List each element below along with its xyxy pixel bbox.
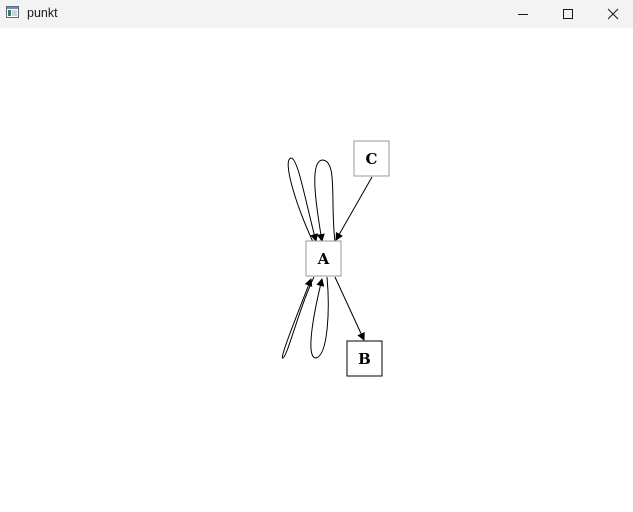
node-c-label: C	[366, 150, 378, 168]
edge-self-loop	[281, 276, 315, 359]
close-icon	[607, 8, 619, 20]
node-a-label: A	[317, 250, 330, 268]
node-a[interactable]: A	[305, 240, 342, 277]
edge-a-to-b	[334, 276, 365, 341]
close-button[interactable]	[590, 0, 633, 28]
edge-self-loop	[310, 276, 329, 359]
edge-self-loop	[287, 157, 319, 243]
node-c[interactable]: C	[353, 140, 390, 177]
graph-view: A B C	[281, 140, 390, 377]
app-window-icon	[6, 6, 19, 18]
minimize-button[interactable]	[500, 0, 546, 28]
maximize-icon	[563, 9, 573, 19]
maximize-button[interactable]	[545, 0, 591, 28]
node-b[interactable]: B	[346, 340, 383, 377]
title-bar[interactable]: punkt	[0, 0, 633, 28]
window-title: punkt	[27, 6, 58, 20]
edge-self-loop	[314, 159, 336, 243]
graph-canvas[interactable]: A B C	[0, 28, 633, 507]
node-b-label: B	[358, 350, 371, 368]
minimize-icon	[518, 14, 528, 15]
edge-c-to-a	[335, 176, 373, 241]
